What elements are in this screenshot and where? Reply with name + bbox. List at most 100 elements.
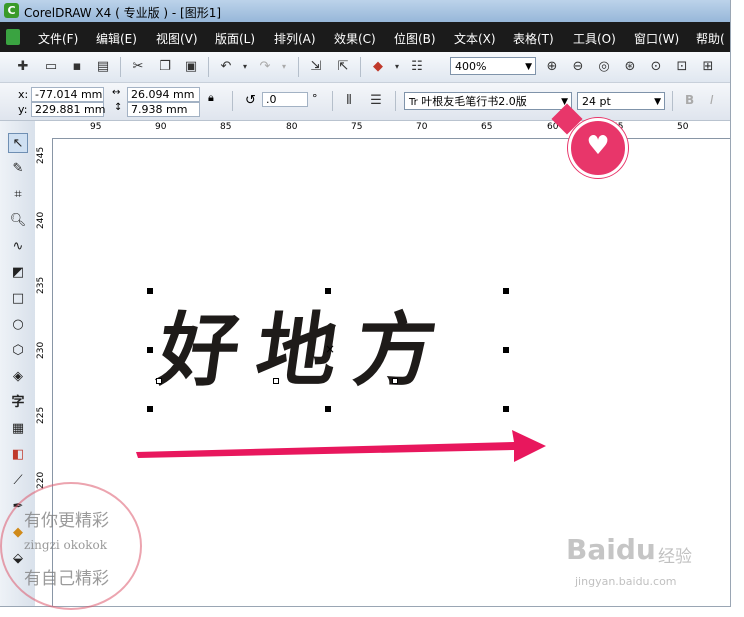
bold-button[interactable]: B bbox=[685, 93, 694, 107]
zoom-in-icon[interactable]: ⊕ bbox=[543, 58, 561, 76]
pick-tool-icon[interactable]: ↖ bbox=[8, 133, 28, 153]
table-tool-icon[interactable]: ▦ bbox=[8, 419, 28, 439]
menu-window[interactable]: 窗口(W) bbox=[634, 30, 679, 47]
copy-icon[interactable]: ❐ bbox=[156, 58, 174, 76]
zoom-out-icon[interactable]: ⊖ bbox=[569, 58, 587, 76]
menu-file[interactable]: 文件(F) bbox=[38, 30, 78, 47]
toolbar-separator bbox=[120, 57, 121, 77]
mirror-horizontal-icon[interactable]: ⫴ bbox=[340, 92, 358, 110]
zoom-level-value: 400% bbox=[455, 60, 487, 73]
import-icon[interactable]: ⇲ bbox=[307, 58, 325, 76]
ruler-tick-label: 70 bbox=[416, 122, 428, 132]
font-list-combo[interactable]: Tr 叶根友毛笔行书2.0版 ▼ bbox=[404, 92, 572, 110]
zoom-height-icon[interactable]: ⊞ bbox=[699, 58, 717, 76]
font-name-value: 叶根友毛笔行书2.0版 bbox=[421, 95, 527, 108]
stamp-text: 有自己精彩 bbox=[24, 569, 109, 589]
zoom-tool-icon[interactable]: 🔍︎ bbox=[8, 211, 28, 231]
character-node[interactable] bbox=[156, 378, 162, 384]
menu-text[interactable]: 文本(X) bbox=[454, 30, 496, 47]
font-size-combo[interactable]: 24 pt ▼ bbox=[577, 92, 665, 110]
x-position-field[interactable]: -77.014 mm bbox=[31, 87, 104, 102]
ruler-tick-label: 90 bbox=[155, 122, 167, 132]
zoom-page-icon[interactable]: ⊙ bbox=[647, 58, 665, 76]
basic-shapes-icon[interactable]: ◈ bbox=[8, 367, 28, 387]
zoom-selected-icon[interactable]: ◎ bbox=[595, 58, 613, 76]
degree-symbol: ° bbox=[312, 92, 318, 105]
x-label: x: bbox=[18, 88, 29, 101]
menu-tools[interactable]: 工具(O) bbox=[573, 30, 616, 47]
export-icon[interactable]: ⇱ bbox=[334, 58, 352, 76]
smart-fill-icon[interactable]: ◩ bbox=[8, 263, 28, 283]
mirror-vertical-icon[interactable]: ☰ bbox=[367, 92, 385, 110]
save-icon[interactable]: ▪ bbox=[68, 58, 86, 76]
cut-icon[interactable]: ✂ bbox=[129, 58, 147, 76]
rectangle-tool-icon[interactable]: □ bbox=[8, 289, 28, 309]
welcome-icon[interactable]: ☷ bbox=[408, 58, 426, 76]
width-field[interactable]: 26.094 mm bbox=[127, 87, 200, 102]
selection-handle[interactable] bbox=[147, 406, 153, 412]
interactive-tool-icon[interactable]: ◧ bbox=[8, 445, 28, 465]
freehand-tool-icon[interactable]: ∿ bbox=[8, 237, 28, 257]
ruler-tick-label: 240 bbox=[36, 211, 46, 229]
height-field[interactable]: 7.938 mm bbox=[127, 102, 200, 117]
new-icon[interactable]: ✚ bbox=[14, 58, 32, 76]
document-icon[interactable] bbox=[6, 29, 20, 45]
selection-handle[interactable] bbox=[503, 347, 509, 353]
heart-icon: ♥ bbox=[586, 131, 610, 161]
selection-handle[interactable] bbox=[503, 288, 509, 294]
menu-arrange[interactable]: 排列(A) bbox=[274, 30, 316, 47]
undo-icon[interactable]: ↶ bbox=[217, 58, 235, 76]
selection-handle[interactable] bbox=[325, 288, 331, 294]
menu-view[interactable]: 视图(V) bbox=[156, 30, 198, 47]
height-icon: ↕ bbox=[114, 102, 123, 113]
print-icon[interactable]: ▤ bbox=[94, 58, 112, 76]
width-icon: ↔ bbox=[112, 87, 121, 98]
toolbar-separator bbox=[298, 57, 299, 77]
toolbar-separator bbox=[232, 91, 233, 111]
open-icon[interactable]: ▭ bbox=[42, 58, 60, 76]
menu-bitmaps[interactable]: 位图(B) bbox=[394, 30, 436, 47]
zoom-level-combo[interactable]: 400% ▼ bbox=[450, 57, 536, 75]
lock-ratio-icon[interactable]: 🔒︎ bbox=[208, 91, 214, 105]
selection-handle[interactable] bbox=[147, 288, 153, 294]
menu-edit[interactable]: 编辑(E) bbox=[96, 30, 137, 47]
ellipse-tool-icon[interactable]: ○ bbox=[8, 315, 28, 335]
eyedropper-icon[interactable]: ⟋ bbox=[8, 471, 28, 491]
toolbar-separator bbox=[395, 91, 396, 111]
italic-button[interactable]: I bbox=[710, 93, 714, 107]
selection-handle[interactable] bbox=[503, 406, 509, 412]
crop-tool-icon[interactable]: ⌗ bbox=[8, 185, 28, 205]
menu-table[interactable]: 表格(T) bbox=[513, 30, 554, 47]
selection-handle[interactable] bbox=[147, 347, 153, 353]
zoom-width-icon[interactable]: ⊡ bbox=[673, 58, 691, 76]
y-label: y: bbox=[18, 103, 28, 116]
menu-effects[interactable]: 效果(C) bbox=[334, 30, 376, 47]
toolbar-separator bbox=[672, 91, 673, 111]
baidu-url: jingyan.baidu.com bbox=[575, 575, 677, 588]
shape-tool-icon[interactable]: ✎ bbox=[8, 159, 28, 179]
redo-dropdown-icon[interactable]: ▾ bbox=[275, 58, 293, 76]
redo-icon[interactable]: ↷ bbox=[256, 58, 274, 76]
ruler-tick-label: 85 bbox=[220, 122, 232, 132]
launcher-dropdown-icon[interactable]: ▾ bbox=[388, 58, 406, 76]
chevron-down-icon: ▼ bbox=[654, 97, 661, 107]
launcher-icon[interactable]: ◆ bbox=[369, 58, 387, 76]
artistic-text[interactable]: 好地方 bbox=[152, 286, 462, 402]
polygon-tool-icon[interactable]: ⬡ bbox=[8, 341, 28, 361]
ruler-tick-label: 65 bbox=[481, 122, 493, 132]
character-node[interactable] bbox=[273, 378, 279, 384]
ruler-tick-label: 235 bbox=[36, 276, 46, 294]
undo-dropdown-icon[interactable]: ▾ bbox=[236, 58, 254, 76]
selection-handle[interactable] bbox=[325, 406, 331, 412]
zoom-all-icon[interactable]: ⊛ bbox=[621, 58, 639, 76]
rotation-angle-field[interactable]: .0 bbox=[262, 92, 308, 107]
chevron-down-icon: ▼ bbox=[525, 62, 532, 72]
paste-icon[interactable]: ▣ bbox=[182, 58, 200, 76]
text-tool-icon[interactable]: 字 bbox=[8, 393, 28, 413]
character-node[interactable] bbox=[392, 378, 398, 384]
menu-help[interactable]: 帮助( bbox=[696, 30, 725, 47]
y-position-field[interactable]: 229.881 mm bbox=[31, 102, 105, 117]
menu-layout[interactable]: 版面(L) bbox=[215, 30, 255, 47]
standard-toolbar: ✚ ▭ ▪ ▤ ✂ ❐ ▣ ↶ ▾ ↷ ▾ ⇲ ⇱ ◆ ▾ ☷ 400% ▼ ⊕… bbox=[0, 52, 730, 83]
annotation-arrow bbox=[136, 430, 546, 462]
